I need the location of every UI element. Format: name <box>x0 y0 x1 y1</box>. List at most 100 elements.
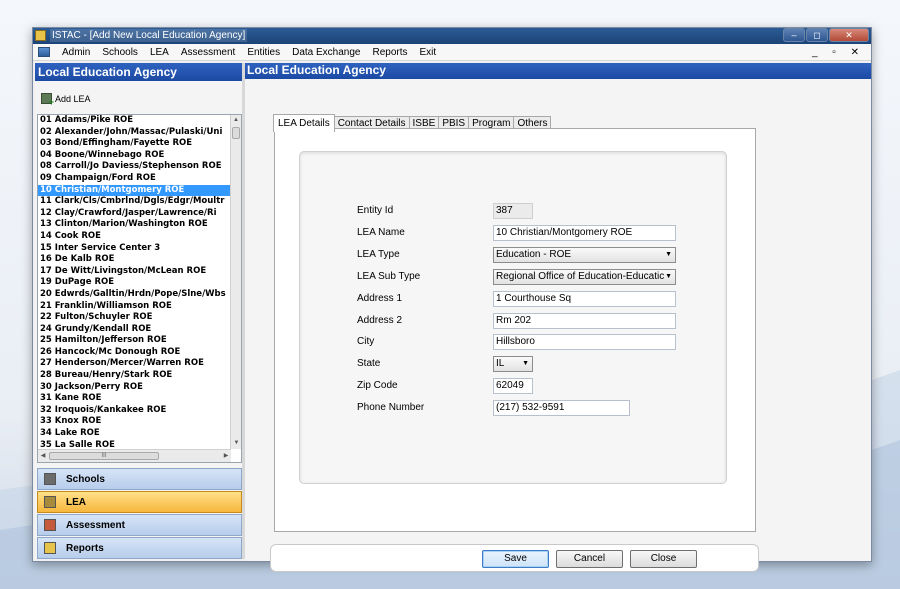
lea-list-item[interactable]: 16 De Kalb ROE <box>38 254 231 266</box>
title-bar[interactable]: ISTAC - [Add New Local Education Agency]… <box>33 28 871 44</box>
menu-lea[interactable]: LEA <box>144 44 175 61</box>
menu-data-exchange[interactable]: Data Exchange <box>286 44 366 61</box>
lea-list-item[interactable]: 25 Hamilton/Jefferson ROE <box>38 335 231 347</box>
address2-label: Address 2 <box>357 315 403 326</box>
phone-label: Phone Number <box>357 402 425 413</box>
lea-name-field[interactable]: 10 Christian/Montgomery ROE <box>493 225 676 241</box>
phone-field[interactable]: (217) 532-9591 <box>493 400 630 416</box>
left-panel-header: Local Education Agency <box>35 63 242 81</box>
address2-field[interactable]: Rm 202 <box>493 313 676 329</box>
cancel-button[interactable]: Cancel <box>556 550 623 568</box>
save-button[interactable]: Save <box>482 550 549 568</box>
tab-lea-details[interactable]: LEA Details <box>273 114 335 132</box>
lea-name-row: LEA Name 10 Christian/Montgomery ROE <box>357 225 717 243</box>
lea-list-item[interactable]: 20 Edwrds/Galltin/Hrdn/Pope/Slne/Wbs <box>38 289 231 301</box>
hscroll-thumb[interactable]: III <box>49 452 159 460</box>
lea-list-item[interactable]: 02 Alexander/John/Massac/Pulaski/Uni <box>38 127 231 139</box>
nav-button-reports[interactable]: Reports <box>37 537 242 559</box>
right-panel-header: Local Education Agency <box>245 63 871 79</box>
minimize-button[interactable]: – <box>783 28 805 42</box>
address1-field[interactable]: 1 Courthouse Sq <box>493 291 676 307</box>
entity-id-row: Entity Id 387 <box>357 203 717 221</box>
lea-list-item[interactable]: 08 Carroll/Jo Daviess/Stephenson ROE <box>38 161 231 173</box>
menu-assessment[interactable]: Assessment <box>175 44 241 61</box>
lea-list-item[interactable]: 09 Champaign/Ford ROE <box>38 173 231 185</box>
lea-list-item[interactable]: 30 Jackson/Perry ROE <box>38 382 231 394</box>
scroll-up-icon[interactable]: ▲ <box>231 115 241 126</box>
lea-list-item[interactable]: 17 De Witt/Livingston/McLean ROE <box>38 266 231 278</box>
lea-sub-type-row: LEA Sub Type Regional Office of Educatio… <box>357 269 717 287</box>
city-field[interactable]: Hillsboro <box>493 334 676 350</box>
lea-list-item[interactable]: 34 Lake ROE <box>38 428 231 440</box>
lea-list-item[interactable]: 27 Henderson/Mercer/Warren ROE <box>38 358 231 370</box>
phone-row: Phone Number (217) 532-9591 <box>357 400 717 418</box>
lea-list-item[interactable]: 12 Clay/Crawford/Jasper/Lawrence/Ri <box>38 208 231 220</box>
lea-list-item[interactable]: 26 Hancock/Mc Donough ROE <box>38 347 231 359</box>
lea-list-item[interactable]: 04 Boone/Winnebago ROE <box>38 150 231 162</box>
lea-list-item[interactable]: 10 Christian/Montgomery ROE <box>38 184 231 197</box>
close-button[interactable]: Close <box>630 550 697 568</box>
state-label: State <box>357 358 381 369</box>
chevron-down-icon: ▼ <box>522 360 529 367</box>
lea-list-item[interactable]: 31 Kane ROE <box>38 393 231 405</box>
address1-label: Address 1 <box>357 293 403 304</box>
lea-sub-type-label: LEA Sub Type <box>357 271 421 282</box>
lea-list-item[interactable]: 35 La Salle ROE <box>38 440 231 449</box>
nav-button-assessment[interactable]: Assessment <box>37 514 242 536</box>
chevron-down-icon: ▼ <box>665 273 672 280</box>
add-lea-label: Add LEA <box>55 93 91 104</box>
state-select[interactable]: IL ▼ <box>493 356 533 372</box>
mdi-child-controls[interactable]: _ ▫ ✕ <box>812 44 865 61</box>
menu-exit[interactable]: Exit <box>414 44 443 61</box>
reports-icon <box>44 542 56 554</box>
lea-list-item[interactable]: 22 Fulton/Schuyler ROE <box>38 312 231 324</box>
menu-reports[interactable]: Reports <box>367 44 414 61</box>
nav-button-lea[interactable]: LEA <box>37 491 242 513</box>
mdi-window-icon[interactable] <box>38 47 50 57</box>
maximize-button[interactable]: ◻ <box>806 28 828 42</box>
action-bar: Save Cancel Close <box>270 544 759 572</box>
lea-list-item[interactable]: 03 Bond/Effingham/Fayette ROE <box>38 138 231 150</box>
menu-entities[interactable]: Entities <box>241 44 286 61</box>
lea-list-item[interactable]: 33 Knox ROE <box>38 416 231 428</box>
scroll-left-icon[interactable]: ◀ <box>38 450 48 462</box>
lea-list-item[interactable]: 32 Iroquois/Kankakee ROE <box>38 405 231 417</box>
add-lea-icon <box>41 93 54 107</box>
lea-type-label: LEA Type <box>357 249 400 260</box>
lea-sub-type-value: Regional Office of Education-Educatic <box>496 271 665 282</box>
horizontal-scrollbar[interactable]: ◀ III ▶ <box>38 449 231 462</box>
scroll-down-icon[interactable]: ▼ <box>231 438 241 449</box>
nav-button-label: Assessment <box>66 519 125 531</box>
menu-admin[interactable]: Admin <box>56 44 96 61</box>
app-icon <box>35 30 46 41</box>
lea-list-item[interactable]: 28 Bureau/Henry/Stark ROE <box>38 370 231 382</box>
lea-list-item[interactable]: 15 Inter Service Center 3 <box>38 243 231 255</box>
menu-schools[interactable]: Schools <box>96 44 144 61</box>
lea-type-row: LEA Type Education - ROE ▼ <box>357 247 717 265</box>
lea-type-select[interactable]: Education - ROE ▼ <box>493 247 676 263</box>
scroll-right-icon[interactable]: ▶ <box>221 450 231 462</box>
app-window: ISTAC - [Add New Local Education Agency]… <box>32 27 872 572</box>
nav-button-label: Schools <box>66 473 105 485</box>
vertical-scrollbar[interactable]: ▲ ▼ <box>230 115 241 449</box>
lea-list-item[interactable]: 14 Cook ROE <box>38 231 231 243</box>
zip-row: Zip Code 62049 <box>357 378 717 396</box>
zip-field[interactable]: 62049 <box>493 378 533 394</box>
lea-list-item[interactable]: 19 DuPage ROE <box>38 277 231 289</box>
scroll-thumb[interactable] <box>232 127 240 139</box>
nav-button-schools[interactable]: Schools <box>37 468 242 490</box>
school-icon <box>44 473 56 485</box>
lea-list-item[interactable]: 13 Clinton/Marion/Washington ROE <box>38 219 231 231</box>
lea-list-item[interactable]: 11 Clark/Cls/Cmbrlnd/Dgls/Edgr/Moultr <box>38 196 231 208</box>
state-row: State IL ▼ <box>357 356 717 374</box>
add-lea-button[interactable]: Add LEA <box>41 93 91 107</box>
close-window-button[interactable]: ✕ <box>829 28 869 42</box>
lea-list-item[interactable]: 01 Adams/Pike ROE <box>38 115 231 127</box>
lea-list-item[interactable]: 24 Grundy/Kendall ROE <box>38 324 231 336</box>
lea-sub-type-select[interactable]: Regional Office of Education-Educatic ▼ <box>493 269 676 285</box>
entity-id-field: 387 <box>493 203 533 219</box>
city-label: City <box>357 336 375 347</box>
lea-list-item[interactable]: 21 Franklin/Williamson ROE <box>38 301 231 313</box>
chevron-down-icon: ▼ <box>665 251 672 258</box>
lea-list[interactable]: 01 Adams/Pike ROE 02 Alexander/John/Massa… <box>37 114 242 463</box>
